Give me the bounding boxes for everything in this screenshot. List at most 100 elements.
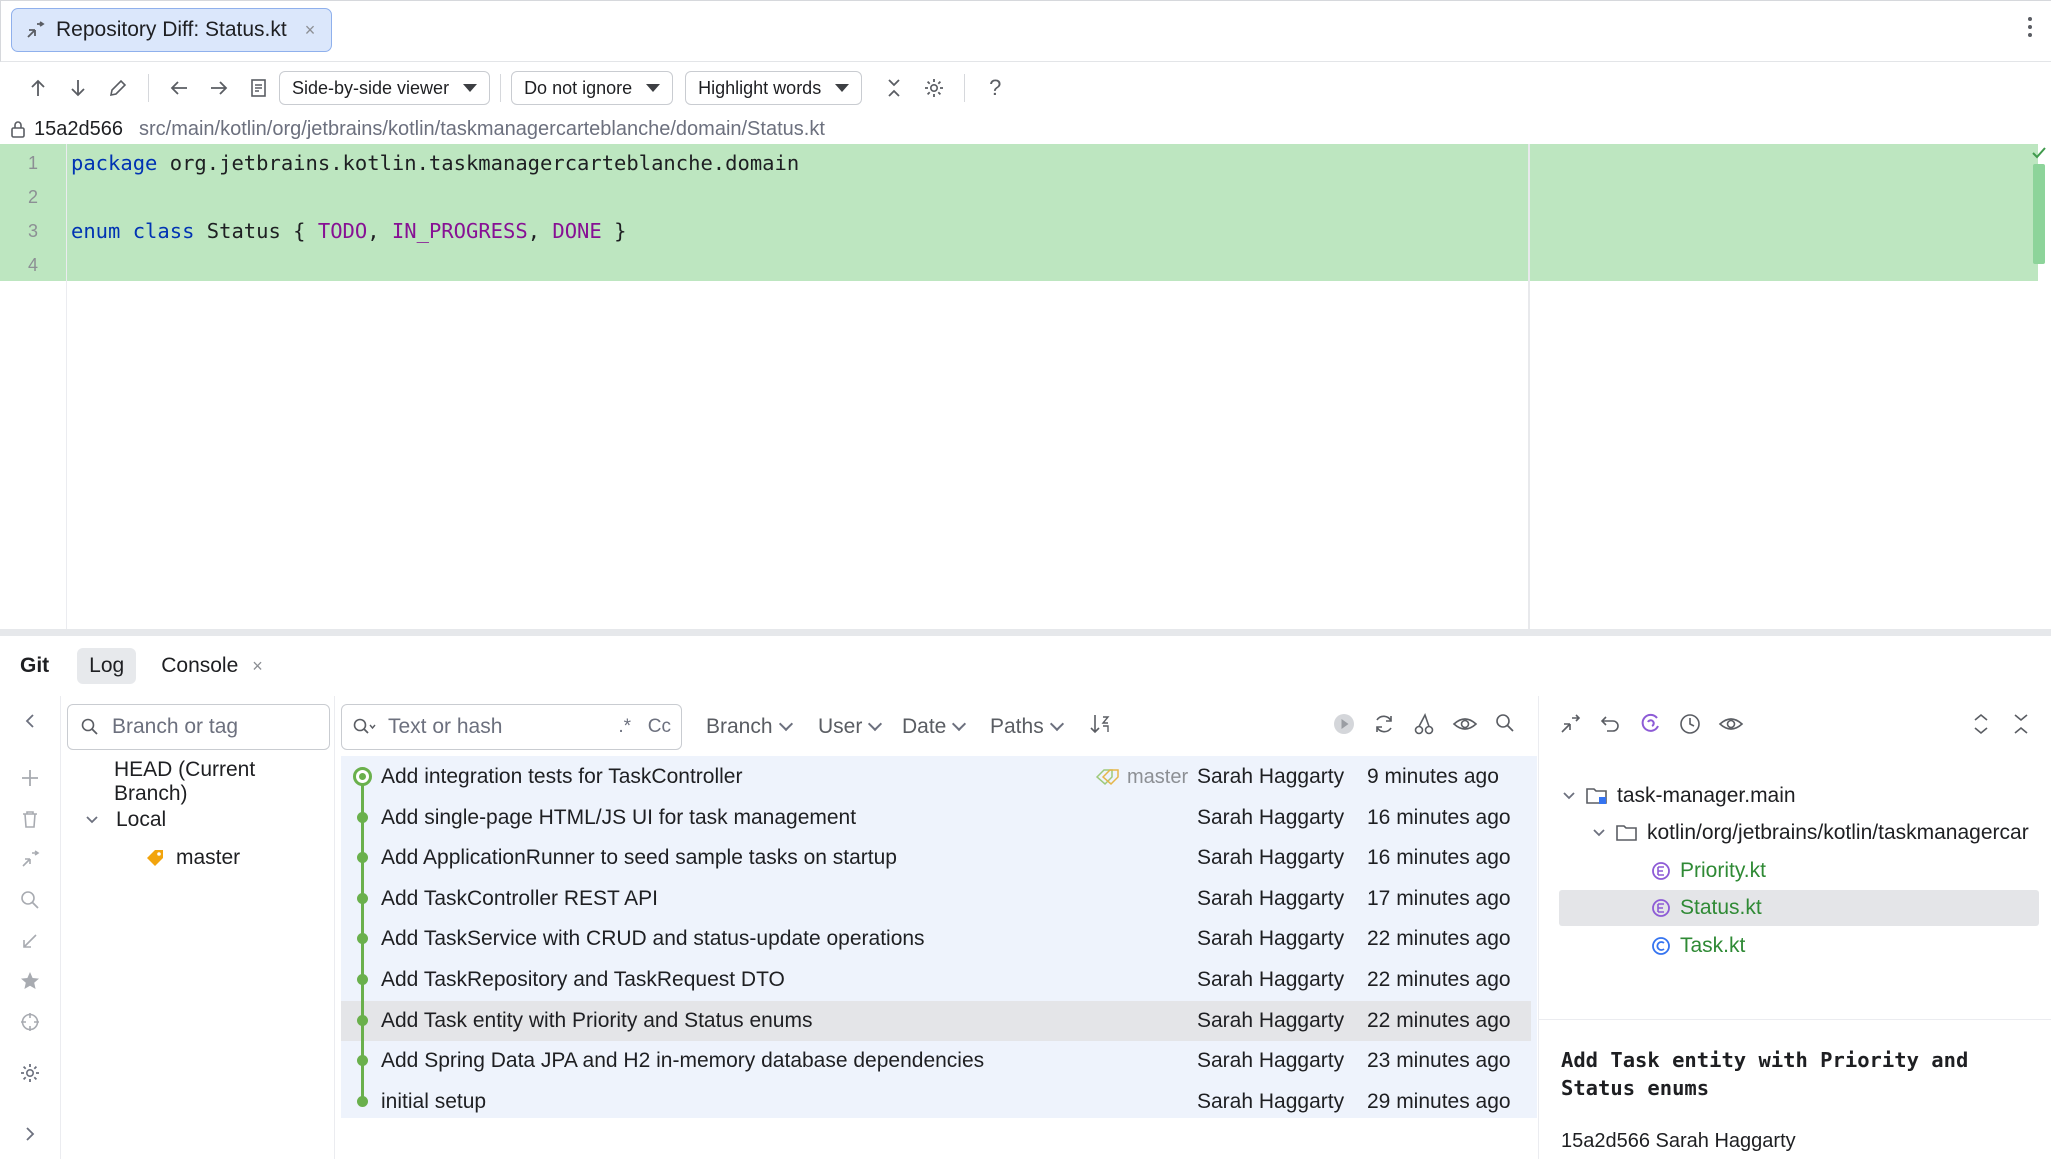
forward-arrow-icon[interactable] <box>199 68 239 108</box>
back-arrow-icon[interactable] <box>159 68 199 108</box>
date-filter-label: Date <box>902 715 947 738</box>
previous-difference-icon[interactable] <box>18 68 58 108</box>
help-icon[interactable]: ? <box>975 68 1015 108</box>
eye-preview-icon[interactable] <box>1718 712 1744 736</box>
user-filter-dropdown[interactable]: User <box>818 715 883 739</box>
git-tool-window-title: Git <box>20 654 50 677</box>
commit-row[interactable]: Add Spring Data JPA and H2 in-memory dat… <box>341 1041 1537 1081</box>
tree-file-status[interactable]: Status.kt <box>1559 890 2039 926</box>
tree-file-task[interactable]: Task.kt <box>1650 928 1745 964</box>
tool-window-splitter[interactable] <box>0 629 2051 636</box>
code-line[interactable]: 4 <box>0 248 1520 282</box>
branch-search-input[interactable]: Branch or tag <box>67 704 330 750</box>
branch-ref-label[interactable]: master <box>1095 766 1188 789</box>
branch-filter-label: Branch <box>706 715 773 738</box>
commit-date: 23 minutes ago <box>1367 1049 1511 1073</box>
search-icon[interactable] <box>1494 712 1516 734</box>
revert-icon[interactable] <box>1598 712 1622 736</box>
commit-row[interactable]: initial setup Sarah Haggarty 29 minutes ag… <box>341 1082 1537 1122</box>
kotlin-source-icon[interactable] <box>1638 712 1662 736</box>
tree-item-local[interactable]: Local <box>84 802 166 838</box>
run-icon[interactable] <box>1332 712 1356 736</box>
paths-filter-dropdown[interactable]: Paths <box>990 715 1064 739</box>
regex-toggle[interactable]: .* <box>618 716 631 738</box>
delete-branch-icon[interactable] <box>19 808 41 830</box>
highlight-mode-dropdown[interactable]: Highlight words <box>685 71 863 105</box>
navigate-target-icon[interactable] <box>19 1011 41 1033</box>
commit-author: Sarah Haggarty <box>1197 1008 1345 1032</box>
history-clock-icon[interactable] <box>1678 712 1702 736</box>
commit-row[interactable]: Add Task entity with Priority and Status… <box>341 1000 1531 1041</box>
document-icon[interactable] <box>239 68 279 108</box>
settings-gear-icon[interactable] <box>914 68 954 108</box>
log-text-filter-input[interactable]: Text or hash .* Cc <box>341 704 682 750</box>
collapse-unchanged-icon[interactable] <box>874 68 914 108</box>
sort-order-icon[interactable] <box>1088 712 1112 736</box>
add-branch-icon[interactable] <box>19 767 41 789</box>
diff-editor-tab[interactable]: Repository Diff: Status.kt × <box>11 8 332 52</box>
commit-row[interactable]: Add TaskService with CRUD and status-upd… <box>341 919 1537 959</box>
settings-gear-icon[interactable] <box>19 1062 41 1084</box>
commit-graph-node <box>357 892 368 904</box>
refresh-icon[interactable] <box>1372 712 1396 736</box>
tab-log[interactable]: Log <box>77 648 137 684</box>
diff-editor[interactable]: 1 package org.jetbrains.kotlin.taskmanage… <box>0 144 2051 629</box>
commit-table[interactable]: Add integration tests for TaskController… <box>341 756 1537 1118</box>
edit-pencil-icon[interactable] <box>98 68 138 108</box>
commit-message: Add Task entity with Priority and Status… <box>381 1008 813 1032</box>
date-filter-dropdown[interactable]: Date <box>902 715 967 739</box>
update-branch-icon[interactable] <box>19 930 41 952</box>
collapse-all-icon[interactable] <box>2010 712 2032 736</box>
code-line[interactable]: 1 package org.jetbrains.kotlin.taskmanage… <box>0 146 1520 180</box>
commit-row[interactable]: Add TaskRepository and TaskRequest DTO Sa… <box>341 960 1537 1000</box>
match-case-toggle[interactable]: Cc <box>648 716 671 738</box>
tree-package-row[interactable]: kotlin/org/jetbrains/kotlin/taskmanagerc… <box>1591 815 2029 851</box>
module-label: task-manager.main <box>1617 784 1796 807</box>
collapse-left-icon[interactable] <box>19 710 41 732</box>
tree-item-head[interactable]: HEAD (Current Branch) <box>114 758 334 805</box>
tree-item-master[interactable]: master <box>144 840 240 876</box>
scrollbar-change-marker[interactable] <box>2033 164 2045 264</box>
eye-preview-icon[interactable] <box>1452 712 1478 736</box>
commit-message: Add single-page HTML/JS UI for task mana… <box>381 805 857 829</box>
side-by-side-divider <box>1528 144 1530 629</box>
commit-row[interactable]: Add single-page HTML/JS UI for task mana… <box>341 798 1537 838</box>
tab-console[interactable]: Console <box>161 654 238 678</box>
commit-details-meta: 15a2d566 Sarah Haggarty <box>1561 1130 1796 1152</box>
next-difference-icon[interactable] <box>58 68 98 108</box>
code-text: enum class Status { TODO, IN_PROGRESS, D… <box>71 219 626 243</box>
tree-module-row[interactable]: task-manager.main <box>1561 778 1796 814</box>
close-console-icon[interactable]: × <box>252 656 263 677</box>
chevron-down-icon[interactable] <box>84 812 100 828</box>
show-diff-icon[interactable] <box>1558 712 1582 736</box>
commit-details-message: Add Task entity with Priority and Status… <box>1561 1048 1969 1100</box>
commit-row[interactable]: Add ApplicationRunner to seed sample tas… <box>341 838 1537 878</box>
changed-files-tree[interactable]: task-manager.main kotlin/org/jetbrains/k… <box>1539 758 2051 1020</box>
cherry-pick-icon[interactable] <box>1412 712 1436 736</box>
tree-file-priority[interactable]: Priority.kt <box>1650 853 1766 889</box>
commit-date: 29 minutes ago <box>1367 1089 1511 1113</box>
chevron-down-icon[interactable] <box>1561 788 1577 804</box>
favorite-star-icon[interactable] <box>19 970 41 992</box>
expand-right-icon[interactable] <box>19 1123 41 1145</box>
ignore-whitespace-dropdown[interactable]: Do not ignore <box>511 71 674 105</box>
more-options-icon[interactable] <box>2027 15 2033 39</box>
highlight-label: Highlight words <box>698 77 822 98</box>
viewer-mode-dropdown[interactable]: Side-by-side viewer <box>279 71 491 105</box>
branch-search-placeholder: Branch or tag <box>112 715 239 738</box>
commit-author: Sarah Haggarty <box>1197 1089 1345 1113</box>
code-line[interactable]: 2 <box>0 180 1520 214</box>
commit-row[interactable]: Add TaskController REST API Sarah Haggart… <box>341 879 1537 919</box>
chevron-down-icon <box>868 716 883 732</box>
code-line[interactable]: 3 enum class Status { TODO, IN_PROGRESS, … <box>0 214 1520 248</box>
branch-filter-dropdown[interactable]: Branch <box>706 715 793 739</box>
search-icon[interactable] <box>19 889 41 911</box>
close-tab-icon[interactable]: × <box>305 20 316 41</box>
expand-all-icon[interactable] <box>1970 712 1992 736</box>
commit-row[interactable]: Add integration tests for TaskController… <box>341 757 1537 797</box>
kotlin-enum-file-icon <box>1650 860 1672 882</box>
compare-branches-icon[interactable] <box>19 848 41 870</box>
chevron-down-icon[interactable] <box>1591 825 1607 841</box>
commit-log-panel: Text or hash .* Cc Branch User Date Path… <box>336 696 1537 1159</box>
ref-name: master <box>1127 765 1189 788</box>
